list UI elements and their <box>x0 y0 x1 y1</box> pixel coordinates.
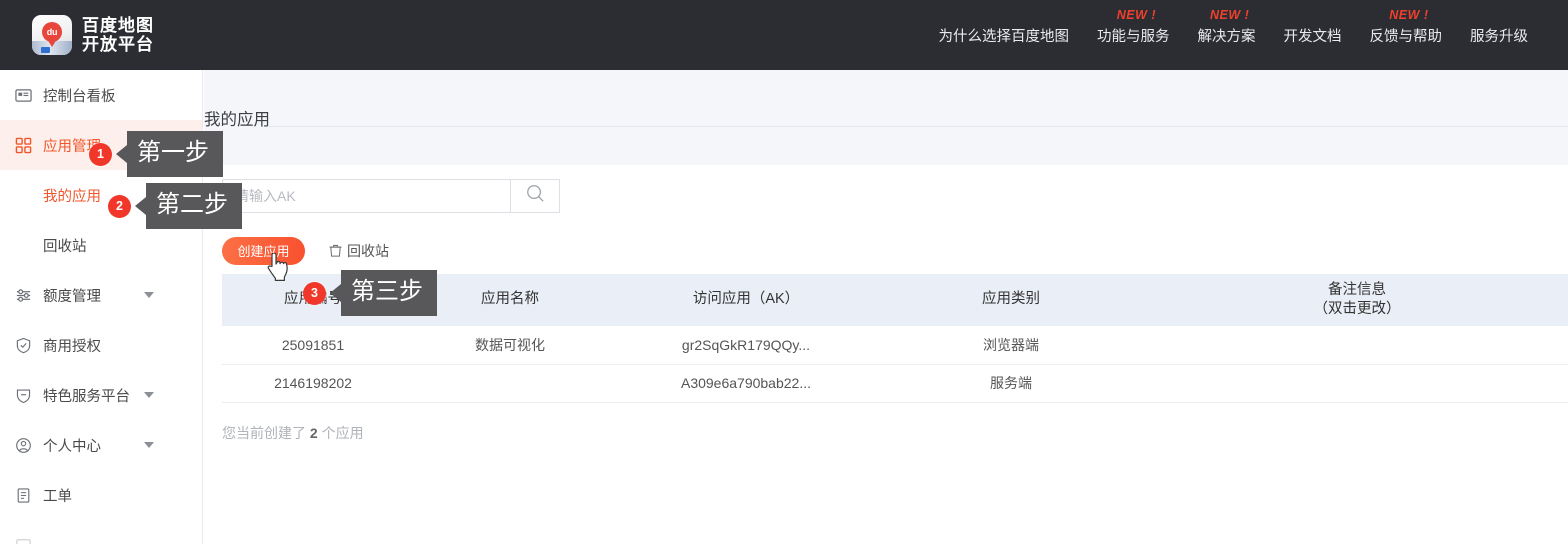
cell-category: 浏览器端 <box>876 325 1146 365</box>
nav-new-badge-1: NEW ! <box>1116 7 1157 22</box>
callout-text-1: 第一步 <box>127 131 223 177</box>
partial-icon <box>14 536 32 544</box>
callout-badge-2: 2 <box>108 194 131 218</box>
nav-item-4[interactable]: NEW ! 反馈与帮助 <box>1356 8 1457 46</box>
callout-badge-1: 1 <box>89 142 112 166</box>
nav-item-5[interactable]: 服务升级 <box>1456 25 1542 46</box>
nav-label-0: 为什么选择百度地图 <box>938 28 1070 45</box>
recycle-bin-label: 回收站 <box>347 242 389 259</box>
table-header-note: 备注信息 （双击更改） <box>1146 274 1568 326</box>
top-header: du 百度地图 开放平台 为什么选择百度地图 NEW ! 功能与服务 NEW !… <box>0 0 1568 70</box>
sidebar-label-dashboard: 控制台看板 <box>43 88 116 105</box>
search-input-wrapper[interactable] <box>222 179 511 213</box>
sidebar-item-featured-services[interactable]: 特色服务平台 <box>0 370 202 420</box>
site-logo[interactable]: du 百度地图 开放平台 <box>32 15 154 55</box>
cell-ak: gr2SqGkR179QQy... <box>616 325 876 365</box>
table-row[interactable]: 2146198202 A309e6a790bab22... 服务端 <box>222 364 1568 403</box>
cell-app-id: 25091851 <box>222 325 404 365</box>
sidebar-item-ticket[interactable]: 工单 <box>0 470 202 520</box>
cell-ak: A309e6a790bab22... <box>616 364 876 403</box>
nav-label-5: 服务升级 <box>1470 28 1528 45</box>
sidebar-label-recycle-bin: 回收站 <box>43 238 87 255</box>
callout-step-2: 2 第二步 <box>108 183 242 229</box>
logo-line-1: 百度地图 <box>82 16 154 35</box>
table-row[interactable]: 25091851 数据可视化 gr2SqGkR179QQy... 浏览器端 <box>222 325 1568 365</box>
sidebar-label-commercial-license: 商用授权 <box>43 338 101 355</box>
create-app-button[interactable]: 创建应用 <box>222 236 305 265</box>
action-row: 创建应用 回收站 <box>222 227 1568 274</box>
chevron-down-icon-quota[interactable] <box>144 292 154 298</box>
search-button[interactable] <box>511 179 560 213</box>
sidebar-label-quota: 额度管理 <box>43 288 101 305</box>
nav-label-1: 功能与服务 <box>1097 28 1170 45</box>
table-body: 25091851 数据可视化 gr2SqGkR179QQy... 浏览器端 21… <box>222 325 1568 403</box>
table-header-ak-line1: 访问应用（AK） <box>692 291 800 308</box>
recycle-bin-button[interactable]: 回收站 <box>328 241 389 261</box>
logo-pin-text: du <box>42 22 62 42</box>
search-row <box>222 165 1568 227</box>
sidebar-item-personal-center[interactable]: 个人中心 <box>0 420 202 470</box>
nav-item-0[interactable]: 为什么选择百度地图 <box>925 25 1084 46</box>
callout-badge-3: 3 <box>303 281 326 305</box>
nav-item-1[interactable]: NEW ! 功能与服务 <box>1083 8 1184 46</box>
callout-step-3: 3 第三步 <box>303 270 437 316</box>
sidebar-label-my-apps: 我的应用 <box>43 188 101 205</box>
clipboard-icon <box>14 486 32 504</box>
nav-item-2[interactable]: NEW ! 解决方案 <box>1184 8 1270 46</box>
sidebar-item-commercial-license[interactable]: 商用授权 <box>0 320 202 370</box>
table-header-ak: 访问应用（AK） <box>616 274 876 326</box>
title-divider <box>261 126 1568 127</box>
app-count-summary: 您当前创建了 2 个应用 <box>222 423 1568 443</box>
nav-label-3: 开发文档 <box>1283 28 1342 45</box>
top-navigation: 为什么选择百度地图 NEW ! 功能与服务 NEW ! 解决方案 开发文档 NE… <box>925 8 1543 46</box>
sidebar-item-quota[interactable]: 额度管理 <box>0 270 202 320</box>
app-root: du 百度地图 开放平台 为什么选择百度地图 NEW ! 功能与服务 NEW !… <box>0 0 1568 544</box>
shield-minus-icon <box>14 386 32 404</box>
callout-text-3: 第三步 <box>341 270 437 316</box>
grid-icon <box>14 136 32 154</box>
nav-new-badge-4: NEW ! <box>1389 7 1429 22</box>
nav-label-2: 解决方案 <box>1197 28 1256 45</box>
cell-app-name: 数据可视化 <box>404 325 616 365</box>
search-input[interactable] <box>235 188 510 204</box>
cell-app-name <box>404 364 616 403</box>
callout-text-2: 第二步 <box>146 183 242 229</box>
summary-count: 2 <box>309 424 318 441</box>
cell-note[interactable] <box>1146 325 1568 365</box>
sidebar-item-dashboard[interactable]: 控制台看板 <box>0 70 202 120</box>
nav-new-badge-2: NEW ! <box>1209 7 1250 22</box>
sidebar-label-featured-services: 特色服务平台 <box>43 388 130 405</box>
logo-text: 百度地图 开放平台 <box>82 16 154 54</box>
callout-arrow-3 <box>330 284 341 302</box>
chevron-down-icon-featured[interactable] <box>144 392 154 398</box>
nav-label-4: 反馈与帮助 <box>1369 28 1443 45</box>
shield-check-icon <box>14 336 32 354</box>
sidebar-item-partial[interactable] <box>0 520 202 544</box>
trash-icon <box>328 243 343 258</box>
cell-note[interactable] <box>1146 364 1568 403</box>
callout-step-1: 1 第一步 <box>89 131 223 177</box>
user-circle-icon <box>14 436 32 454</box>
search-icon <box>525 183 546 209</box>
callout-arrow-1 <box>116 145 127 163</box>
table-header-category-line1: 应用类别 <box>982 291 1040 308</box>
table-header-category: 应用类别 <box>876 274 1146 326</box>
page-header: 我的应用 <box>204 70 1568 165</box>
nav-item-3[interactable]: 开发文档 <box>1270 25 1356 46</box>
table-header-note-line1: 备注信息 <box>1328 281 1386 298</box>
summary-prefix: 您当前创建了 <box>222 424 306 441</box>
baidu-map-logo-icon: du <box>32 15 72 55</box>
logo-line-2: 开放平台 <box>82 35 154 54</box>
chevron-down-icon-personal[interactable] <box>144 442 154 448</box>
table-header-note-line2: （双击更改） <box>1313 300 1401 317</box>
cell-app-id: 2146198202 <box>222 364 404 403</box>
cell-category: 服务端 <box>876 364 1146 403</box>
summary-suffix: 个应用 <box>321 424 364 441</box>
callout-arrow-2 <box>135 197 146 215</box>
dashboard-icon <box>14 86 32 104</box>
sidebar-label-ticket: 工单 <box>43 488 72 505</box>
sliders-icon <box>14 286 32 304</box>
sidebar-label-personal-center: 个人中心 <box>43 438 101 455</box>
